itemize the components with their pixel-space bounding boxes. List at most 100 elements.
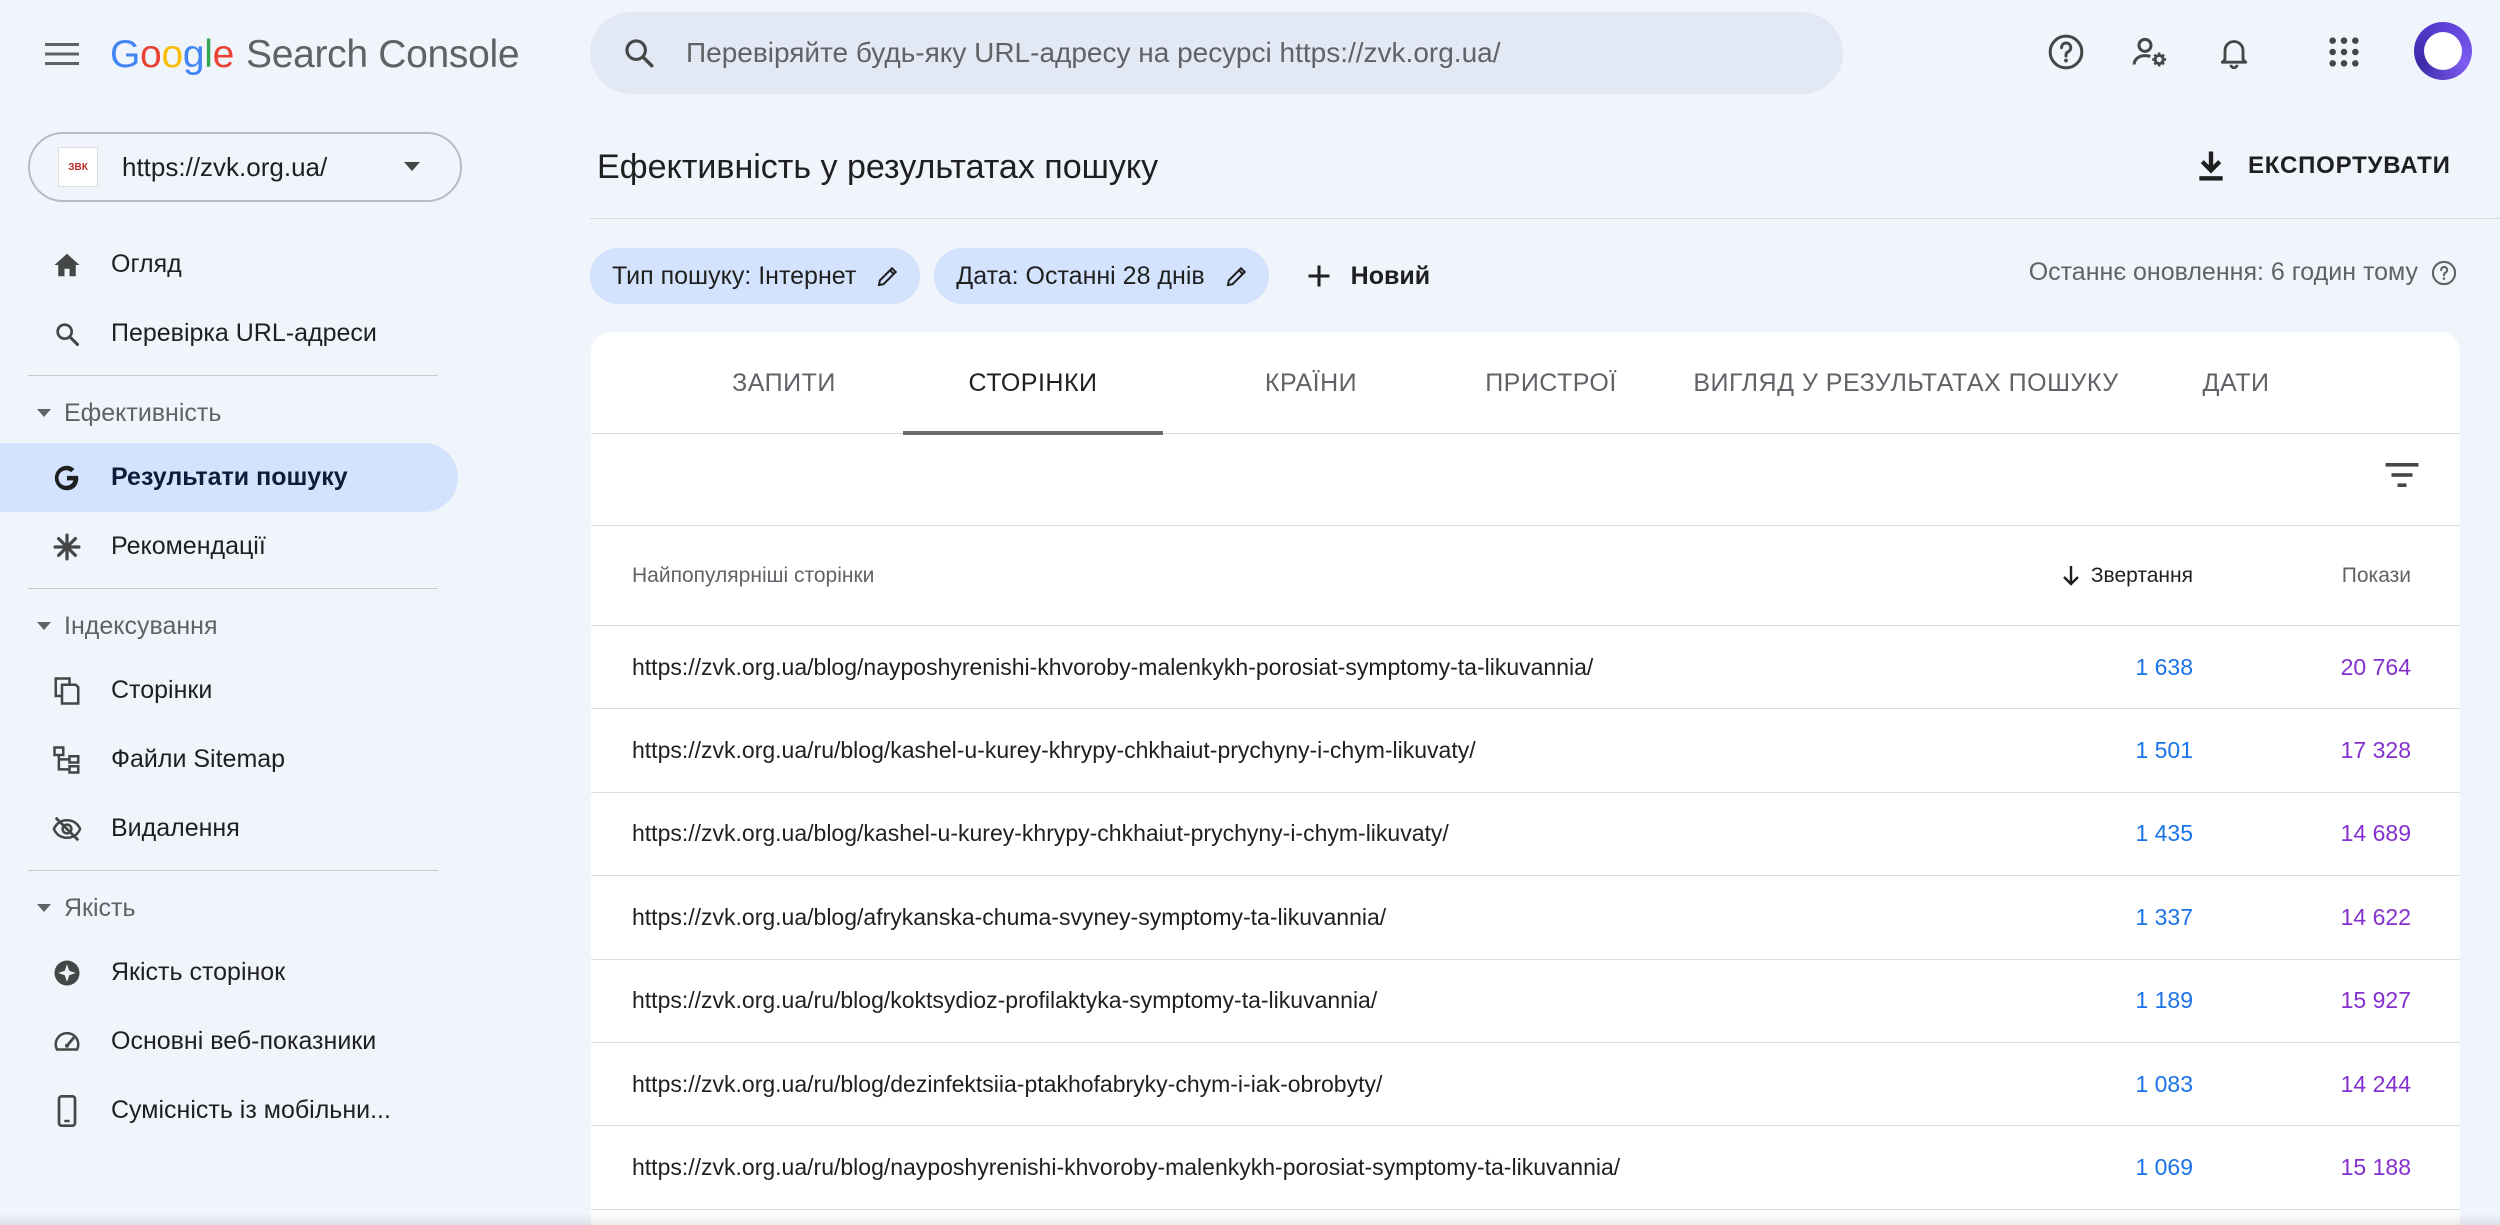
column-header-label: Звертання bbox=[2090, 563, 2193, 587]
sidebar-item-search-results[interactable]: Результати пошуку bbox=[0, 443, 458, 512]
sidebar-item-core-web-vitals[interactable]: Основні веб-показники bbox=[0, 1007, 470, 1076]
visibility-off-icon bbox=[47, 814, 87, 844]
column-header-impressions[interactable]: Покази bbox=[2342, 564, 2411, 588]
product-name: Search Console bbox=[245, 33, 520, 76]
page-url: https://zvk.org.ua/ru/blog/nayposhyrenis… bbox=[632, 1154, 1621, 1181]
header-divider bbox=[590, 218, 2500, 219]
top-bar: Google Search Console bbox=[0, 0, 2500, 104]
filter-rows-icon[interactable] bbox=[2384, 460, 2420, 490]
sidebar-section-indexing[interactable]: Індексування bbox=[0, 596, 470, 656]
sidebar-item-label: Сторінки bbox=[111, 676, 213, 704]
google-search-console-logo[interactable]: Google Search Console bbox=[110, 28, 520, 82]
sidebar-item-recommendations[interactable]: Рекомендації bbox=[0, 512, 470, 581]
sidebar-item-label: Видалення bbox=[111, 814, 240, 842]
table-row[interactable]: https://zvk.org.ua/ru/blog/kashel-u-kure… bbox=[591, 709, 2460, 793]
export-label: ЕКСПОРТУВАТИ bbox=[2248, 152, 2451, 179]
filter-chips: Тип пошуку: Інтернет Дата: Останні 28 дн… bbox=[590, 248, 1430, 304]
help-button[interactable] bbox=[2038, 24, 2094, 80]
clicks-value: 1 083 bbox=[2135, 1070, 2193, 1097]
impressions-value: 14 622 bbox=[2340, 903, 2411, 930]
table-row[interactable]: https://zvk.org.ua/ru/blog/dezinfektsiia… bbox=[591, 1043, 2460, 1127]
export-button[interactable]: ЕКСПОРТУВАТИ bbox=[2196, 142, 2451, 190]
help-circle-icon[interactable] bbox=[2430, 259, 2458, 287]
apps-grid-icon bbox=[2329, 37, 2359, 67]
add-filter-label: Новий bbox=[1350, 261, 1431, 290]
chip-label: Тип пошуку: Інтернет bbox=[612, 261, 857, 290]
sidebar-item-label: Основні веб-показники bbox=[111, 1027, 377, 1055]
chip-label: Дата: Останні 28 днів bbox=[956, 261, 1205, 290]
edit-pencil-icon bbox=[878, 266, 898, 287]
sidebar: ЗВК https://zvk.org.ua/ Огляд Перевірка … bbox=[0, 104, 470, 1225]
page-experience-icon bbox=[47, 958, 87, 988]
sidebar-item-page-experience[interactable]: Якість сторінок bbox=[0, 938, 470, 1007]
url-inspection-search[interactable] bbox=[590, 12, 1843, 94]
clicks-value: 1 435 bbox=[2135, 820, 2193, 847]
notifications-icon bbox=[2220, 40, 2248, 70]
add-filter-button[interactable]: Новий bbox=[1305, 262, 1430, 291]
tab-countries[interactable]: КРАЇНИ bbox=[1211, 332, 1411, 434]
sort-descending-arrow-icon bbox=[2063, 565, 2079, 586]
account-avatar[interactable] bbox=[2414, 22, 2472, 80]
hamburger-menu-icon bbox=[45, 43, 79, 65]
manage-users-icon bbox=[2132, 37, 2167, 67]
search-icon bbox=[47, 320, 87, 348]
sidebar-divider bbox=[28, 588, 438, 589]
sidebar-item-overview[interactable]: Огляд bbox=[0, 230, 470, 299]
top-actions bbox=[2038, 24, 2400, 80]
page-url: https://zvk.org.ua/ru/blog/dezinfektsiia… bbox=[632, 1070, 1383, 1097]
sidebar-nav: Огляд Перевірка URL-адреси Ефективність … bbox=[0, 230, 470, 1145]
tab-search-appearance[interactable]: ВИГЛЯД У РЕЗУЛЬТАТАХ ПОШУКУ bbox=[1691, 332, 2121, 434]
sidebar-item-label: Результати пошуку bbox=[111, 463, 348, 491]
sidebar-item-url-inspection[interactable]: Перевірка URL-адреси bbox=[0, 299, 470, 368]
tab-dates[interactable]: ДАТИ bbox=[2151, 332, 2321, 434]
section-label: Індексування bbox=[64, 611, 218, 640]
impressions-value: 14 244 bbox=[2340, 1070, 2411, 1097]
table-row[interactable]: https://zvk.org.ua/blog/nayposhyrenishi-… bbox=[591, 626, 2460, 710]
sidebar-section-quality[interactable]: Якість bbox=[0, 878, 470, 938]
main-menu-button[interactable] bbox=[38, 30, 86, 78]
notifications-button[interactable] bbox=[2206, 24, 2262, 80]
google-apps-button[interactable] bbox=[2316, 24, 2372, 80]
sidebar-item-removals[interactable]: Видалення bbox=[0, 794, 470, 863]
sidebar-section-performance[interactable]: Ефективність bbox=[0, 383, 470, 443]
date-range-chip[interactable]: Дата: Останні 28 днів bbox=[934, 248, 1269, 304]
table-row[interactable]: https://zvk.org.ua/ru/blog/nayposhyrenis… bbox=[591, 1126, 2460, 1210]
tab-devices[interactable]: ПРИСТРОЇ bbox=[1441, 332, 1661, 434]
report-tabs: ЗАПИТИ СТОРІНКИ КРАЇНИ ПРИСТРОЇ ВИГЛЯД У… bbox=[591, 332, 2460, 435]
table-row[interactable]: https://zvk.org.ua/blog/afrykanska-chuma… bbox=[591, 876, 2460, 960]
plus-icon bbox=[1308, 265, 1330, 287]
search-input[interactable] bbox=[686, 37, 1786, 69]
sidebar-item-pages[interactable]: Сторінки bbox=[0, 656, 470, 725]
collapse-caret-icon bbox=[37, 409, 51, 417]
page-url: https://zvk.org.ua/blog/nayposhyrenishi-… bbox=[632, 653, 1594, 680]
search-type-chip[interactable]: Тип пошуку: Інтернет bbox=[590, 248, 921, 304]
help-icon bbox=[2048, 34, 2084, 70]
clicks-value: 1 501 bbox=[2135, 737, 2193, 764]
manage-users-button[interactable] bbox=[2122, 24, 2178, 80]
sidebar-item-mobile-usability[interactable]: Сумісність із мобільни... bbox=[0, 1076, 470, 1145]
smartphone-icon bbox=[47, 1094, 87, 1127]
speed-gauge-icon bbox=[47, 1027, 87, 1057]
column-header-pages: Найпопулярніші сторінки bbox=[632, 563, 875, 587]
tab-queries[interactable]: ЗАПИТИ bbox=[691, 332, 877, 434]
sitemap-icon bbox=[47, 745, 87, 775]
column-header-clicks[interactable]: Звертання bbox=[2061, 564, 2193, 588]
page-title: Ефективність у результатах пошуку bbox=[597, 148, 1159, 186]
impressions-value: 20 764 bbox=[2340, 653, 2411, 680]
impressions-value: 15 927 bbox=[2340, 987, 2411, 1014]
table-toolbar bbox=[591, 434, 2460, 526]
page-url: https://zvk.org.ua/blog/afrykanska-chuma… bbox=[632, 903, 1387, 930]
section-label: Якість bbox=[64, 893, 136, 922]
impressions-value: 14 689 bbox=[2340, 820, 2411, 847]
page-url: https://zvk.org.ua/ru/blog/kashel-u-kure… bbox=[632, 737, 1476, 764]
collapse-caret-icon bbox=[37, 904, 51, 912]
sidebar-item-label: Якість сторінок bbox=[111, 958, 286, 986]
table-row[interactable]: https://zvk.org.ua/blog/kashel-u-kurey-k… bbox=[591, 793, 2460, 877]
table-row[interactable]: https://zvk.org.ua/ru/blog/koktsydioz-pr… bbox=[591, 960, 2460, 1043]
property-selector[interactable]: ЗВК https://zvk.org.ua/ bbox=[28, 132, 462, 202]
sidebar-divider bbox=[28, 375, 438, 376]
tab-pages[interactable]: СТОРІНКИ bbox=[903, 332, 1163, 435]
sidebar-item-label: Перевірка URL-адреси bbox=[111, 319, 377, 347]
sidebar-item-sitemaps[interactable]: Файли Sitemap bbox=[0, 725, 470, 794]
page-url: https://zvk.org.ua/ru/blog/koktsydioz-pr… bbox=[632, 987, 1378, 1014]
